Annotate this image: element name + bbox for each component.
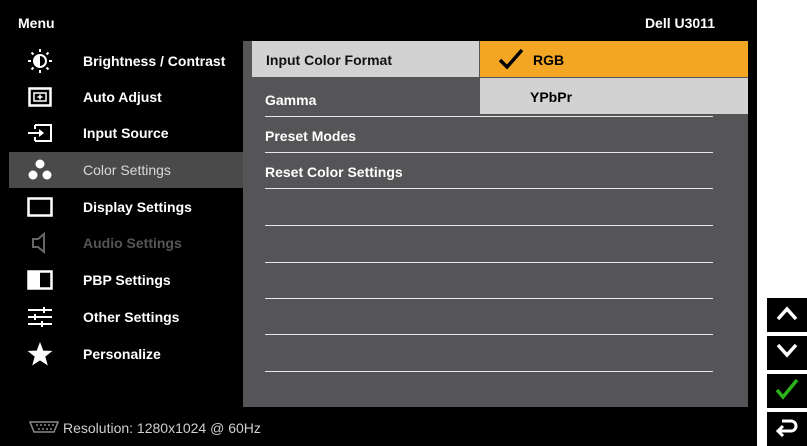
sidebar-item-label: Input Source (83, 125, 169, 141)
option-rgb[interactable]: RGB (480, 41, 748, 77)
display-settings-icon (26, 193, 54, 221)
submenu-panel: Input Color Format RGB YPbPr Gamma Prese… (243, 41, 748, 408)
input-source-icon (26, 119, 54, 147)
color-settings-icon (26, 156, 54, 184)
divider (265, 225, 713, 226)
submenu-empty-row (265, 229, 713, 263)
down-button[interactable] (767, 336, 807, 370)
submenu-item-gamma[interactable]: Gamma (265, 83, 713, 117)
sidebar-item-other-settings[interactable]: Other Settings (9, 299, 243, 335)
model-title: Dell U3011 (644, 15, 715, 31)
brightness-icon (26, 47, 54, 75)
submenu-empty-row (265, 374, 713, 408)
back-button[interactable] (767, 412, 807, 446)
sidebar-item-personalize[interactable]: Personalize (9, 336, 243, 372)
submenu-item-reset-color-settings[interactable]: Reset Color Settings (265, 155, 713, 189)
auto-adjust-icon (26, 83, 54, 111)
submenu-empty-row (265, 301, 713, 335)
divider (265, 371, 713, 372)
sidebar-item-color-settings[interactable]: Color Settings (9, 152, 243, 188)
submenu-item-preset-modes[interactable]: Preset Modes (265, 119, 713, 153)
sidebar-item-audio-settings: Audio Settings (9, 225, 243, 261)
resolution-status: Resolution: 1280x1024 @ 60Hz (63, 420, 261, 436)
sidebar-item-label: Brightness / Contrast (83, 53, 226, 69)
submenu-empty-row (265, 265, 713, 299)
submenu-item-label: Preset Modes (265, 128, 357, 144)
submenu-empty-row (265, 338, 713, 372)
sidebar-item-pbp-settings[interactable]: PBP Settings (9, 262, 243, 298)
sidebar-item-label: Color Settings (83, 162, 171, 178)
back-icon (775, 417, 798, 442)
sidebar-item-label: Display Settings (83, 199, 192, 215)
submenu-item-input-color-format[interactable]: Input Color Format (252, 41, 479, 77)
divider (265, 262, 713, 263)
sidebar: Brightness / Contrast Auto Adjust Input … (9, 41, 243, 407)
up-arrow-icon (776, 305, 798, 326)
sidebar-item-label: Other Settings (83, 309, 180, 325)
checkmark-icon (498, 48, 524, 75)
submenu-item-label: Reset Color Settings (265, 164, 403, 180)
vga-connector-icon (28, 420, 60, 439)
osd-menu: Menu Dell U3011 Brightness / Contrast Au… (0, 0, 757, 446)
menu-title: Menu (18, 15, 55, 31)
divider (265, 298, 713, 299)
option-label: RGB (533, 52, 565, 68)
divider (265, 152, 713, 153)
sidebar-item-input-source[interactable]: Input Source (9, 115, 243, 151)
up-button[interactable] (767, 298, 807, 332)
divider (265, 116, 713, 117)
sidebar-item-label: Personalize (83, 346, 161, 362)
submenu-item-label: Input Color Format (266, 52, 392, 68)
sidebar-item-display-settings[interactable]: Display Settings (9, 189, 243, 225)
status-bar: Resolution: 1280x1024 @ 60Hz (9, 407, 749, 446)
sidebar-item-label: PBP Settings (83, 272, 171, 288)
sidebar-item-label: Audio Settings (83, 235, 182, 251)
submenu-empty-row (265, 192, 713, 226)
divider (265, 334, 713, 335)
sliders-icon (26, 303, 54, 331)
submenu-item-label: Gamma (265, 92, 317, 108)
confirm-button[interactable] (767, 374, 807, 408)
divider (265, 188, 713, 189)
star-icon (26, 340, 54, 368)
pbp-icon (26, 266, 54, 294)
speaker-icon (26, 229, 54, 257)
sidebar-item-auto-adjust[interactable]: Auto Adjust (9, 79, 243, 115)
osd-header (9, 9, 749, 40)
down-arrow-icon (776, 343, 798, 364)
checkmark-icon (775, 378, 799, 405)
sidebar-item-brightness-contrast[interactable]: Brightness / Contrast (9, 43, 243, 79)
sidebar-item-label: Auto Adjust (83, 89, 162, 105)
